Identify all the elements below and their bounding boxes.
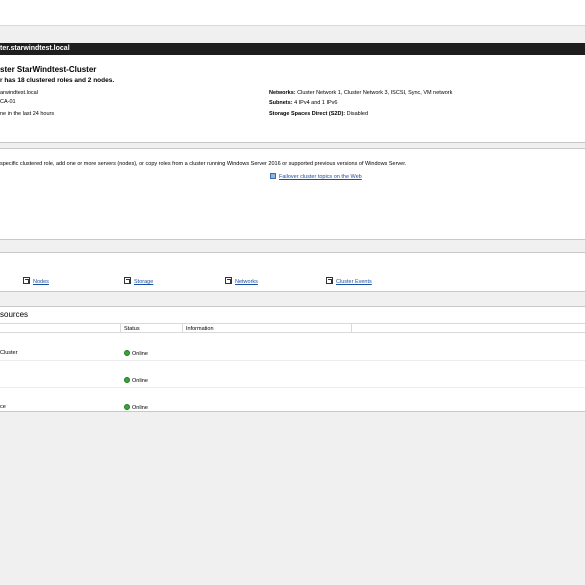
failover-topics-link[interactable]: Failover cluster topics on the Web (270, 173, 362, 180)
resource-status-label: Online (132, 351, 148, 357)
help-doc-icon (270, 173, 276, 179)
resource-status: Online (124, 404, 148, 411)
resource-status-label: Online (132, 378, 148, 384)
resources-title: sources (0, 310, 29, 319)
resource-name: ce (0, 404, 6, 410)
nav-link-nodes[interactable]: Nodes (23, 277, 49, 285)
resources-table-header: Status Information (0, 323, 585, 333)
subnets-info: Subnets: 4 IPv4 and 1 IPv6 (269, 100, 337, 106)
shortcut-arrow-icon (326, 277, 333, 284)
shortcut-arrow-icon (225, 277, 232, 284)
summary-line-node: CA-01 (0, 99, 16, 105)
networks-info: Networks: Cluster Network 1, Cluster Net… (269, 90, 452, 96)
s2d-value: Disabled (346, 111, 369, 117)
networks-label: Networks: (269, 90, 296, 96)
summary-subheading: r has 18 clustered roles and 2 nodes. (0, 77, 115, 84)
navigate-panel: Nodes Storage Networks Cluster Events (0, 252, 585, 292)
s2d-label: Storage Spaces Direct (S2D): (269, 111, 346, 117)
resource-status: Online (124, 377, 148, 384)
column-information[interactable]: Information (186, 326, 214, 332)
shortcut-arrow-icon (23, 277, 30, 284)
configure-panel: specific clustered role, add one or more… (0, 148, 585, 240)
networks-value: Cluster Network 1, Cluster Network 3, IS… (297, 90, 453, 96)
online-icon (124, 377, 130, 383)
table-row[interactable]: Cluster Online (0, 345, 585, 361)
configure-description: specific clustered role, add one or more… (0, 161, 407, 167)
summary-panel: ster StarWindtest-Cluster r has 18 clust… (0, 55, 585, 143)
nav-link-networks-label: Networks (235, 279, 258, 285)
table-row[interactable]: Online (0, 372, 585, 388)
cluster-title-text: ter.starwindtest.local (0, 45, 70, 52)
cluster-title-bar: ter.starwindtest.local (0, 43, 585, 55)
online-icon (124, 350, 130, 356)
summary-line-domain: arwindtest.local (0, 90, 38, 96)
s2d-info: Storage Spaces Direct (S2D): Disabled (269, 111, 368, 117)
shortcut-arrow-icon (124, 277, 131, 284)
nav-link-storage-label: Storage (134, 279, 154, 285)
summary-line-events: ne in the last 24 hours (0, 111, 55, 117)
nav-link-networks[interactable]: Networks (225, 277, 258, 285)
nav-link-cluster-events-label: Cluster Events (336, 279, 372, 285)
column-status[interactable]: Status (124, 326, 140, 332)
column-divider (351, 324, 352, 333)
top-toolbar (0, 0, 585, 26)
subnets-label: Subnets: (269, 100, 293, 106)
resource-name: Cluster (0, 350, 18, 356)
resource-status-label: Online (132, 405, 148, 411)
nav-link-cluster-events[interactable]: Cluster Events (326, 277, 372, 285)
column-divider (182, 324, 183, 333)
subnets-value: 4 IPv4 and 1 IPv6 (294, 100, 338, 106)
nav-link-nodes-label: Nodes (33, 279, 49, 285)
resource-status: Online (124, 350, 148, 357)
column-divider (120, 324, 121, 333)
online-icon (124, 404, 130, 410)
cluster-core-resources-panel: sources Status Information Cluster Onlin… (0, 306, 585, 412)
nav-link-storage[interactable]: Storage (124, 277, 153, 285)
empty-area (0, 412, 585, 585)
failover-topics-label: Failover cluster topics on the Web (279, 174, 362, 180)
summary-heading: ster StarWindtest-Cluster (0, 65, 97, 74)
